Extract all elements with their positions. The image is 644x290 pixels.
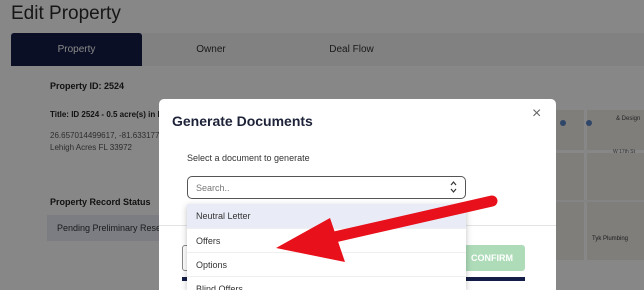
annotation-arrow-icon [276,195,498,262]
